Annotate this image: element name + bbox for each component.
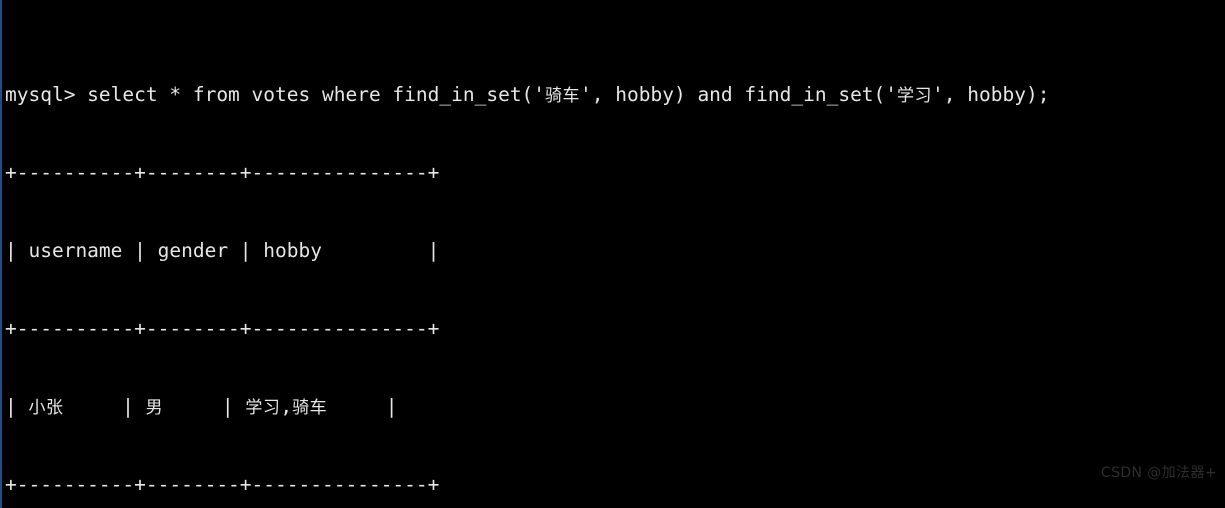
watermark: CSDN @加法器+: [1100, 465, 1217, 481]
terminal-line-query1: mysql> select * from votes where find_in…: [5, 83, 1050, 106]
terminal-window[interactable]: mysql> select * from votes where find_in…: [0, 0, 1225, 508]
cjk-text: 学习: [897, 86, 933, 106]
cjk-text: 骑车: [545, 86, 581, 106]
cjk-text: 小张: [28, 398, 64, 418]
terminal-line-table1-row-1: | 小张 | 男 | 学习,骑车 |: [5, 395, 398, 418]
terminal-line-table1-top-border: +----------+--------+---------------+: [5, 161, 440, 184]
terminal-output: mysql> select * from votes where find_in…: [5, 4, 1225, 508]
terminal-line-table1-bottom-border: +----------+--------+---------------+: [5, 473, 440, 496]
cjk-text: 骑车: [292, 398, 328, 418]
terminal-line-table1-header-border: +----------+--------+---------------+: [5, 317, 440, 340]
cjk-text: 学习: [245, 398, 281, 418]
cjk-text: 男: [145, 398, 164, 418]
terminal-line-table1-header: | username | gender | hobby |: [5, 239, 440, 262]
